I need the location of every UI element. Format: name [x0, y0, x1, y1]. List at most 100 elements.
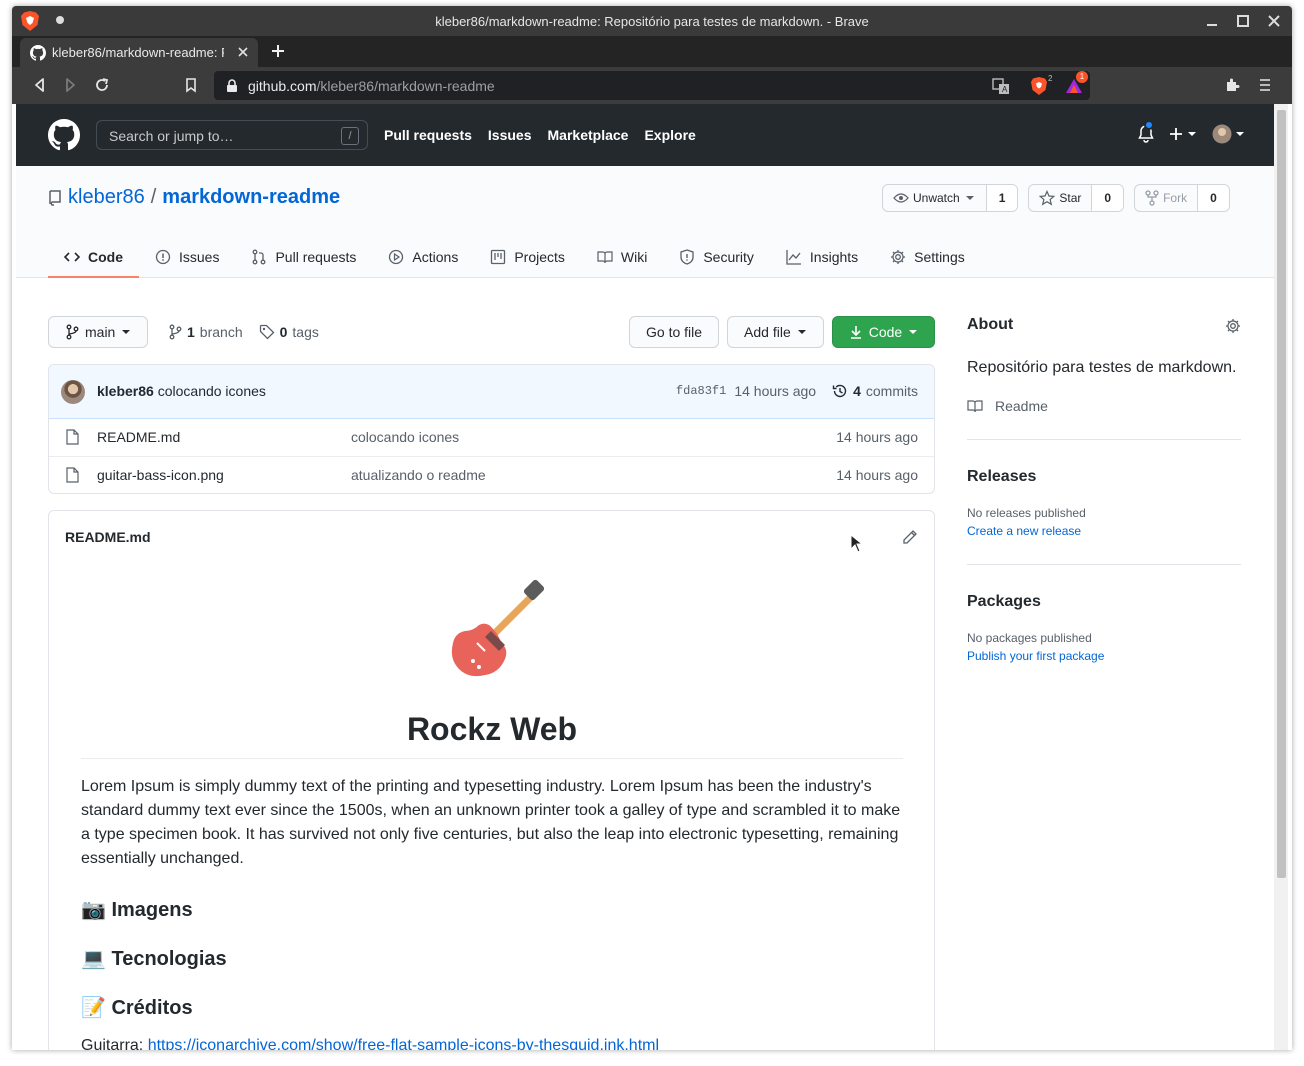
nav-issues[interactable]: Issues [488, 127, 532, 143]
file-commit-message[interactable]: colocando icones [351, 429, 459, 445]
tab-settings[interactable]: Settings [874, 238, 981, 278]
extensions-icon[interactable] [1224, 77, 1240, 93]
close-window-icon[interactable] [1266, 13, 1282, 29]
readme-heading-technologies: 💻 Tecnologias [81, 948, 227, 970]
github-favicon-icon [30, 45, 46, 61]
page-scrollbar[interactable] [1274, 104, 1288, 1050]
watch-count[interactable]: 1 [986, 185, 1018, 211]
tab-projects[interactable]: Projects [474, 238, 581, 278]
search-placeholder: Search or jump to… [109, 128, 234, 144]
url-text[interactable]: github.com/kleber86/markdown-readme [248, 78, 495, 94]
translate-icon[interactable]: A [992, 77, 1010, 95]
tags-link[interactable]: 0 tags [259, 324, 319, 340]
file-name[interactable]: README.md [97, 429, 180, 445]
lock-icon[interactable] [226, 79, 238, 93]
brave-shields-icon[interactable] [1030, 76, 1050, 96]
tab-insights[interactable]: Insights [770, 238, 874, 278]
forward-icon[interactable] [62, 77, 78, 93]
git-branch-icon [169, 324, 182, 340]
tab-actions[interactable]: Actions [372, 238, 474, 278]
code-download-button[interactable]: Code [831, 316, 936, 348]
repo-name-link[interactable]: markdown-readme [162, 186, 340, 209]
caret-down-icon [909, 330, 918, 334]
branches-link[interactable]: 1 branch [168, 324, 243, 340]
tag-icon [259, 324, 275, 340]
table-row[interactable]: guitar-bass-icon.png atualizando o readm… [49, 456, 934, 493]
add-file-button[interactable]: Add file [727, 316, 824, 348]
star-label: Star [1059, 191, 1082, 205]
fork-count[interactable]: 0 [1198, 185, 1229, 211]
graph-icon [786, 250, 801, 265]
create-new-plus-icon[interactable] [1168, 126, 1198, 142]
repo-header: kleber86 / markdown-readme Unwatch 1 Sta… [16, 166, 1274, 278]
file-icon [65, 467, 79, 483]
tab-security-label: Security [703, 249, 754, 265]
create-release-link[interactable]: Create a new release [967, 524, 1081, 538]
credit-link[interactable]: https://iconarchive.com/show/free-flat-s… [148, 1037, 659, 1050]
minimize-icon[interactable] [1204, 13, 1220, 29]
branch-count: 1 [187, 324, 195, 340]
about-description: Repositório para testes de markdown. [967, 359, 1237, 376]
tab-projects-label: Projects [514, 249, 565, 265]
nav-pull-requests[interactable]: Pull requests [384, 127, 472, 143]
branch-name: main [85, 324, 116, 340]
reload-icon[interactable] [94, 77, 110, 93]
unwatch-label: Unwatch [913, 191, 960, 205]
tab-wiki[interactable]: Wiki [581, 238, 663, 278]
file-age: 14 hours ago [836, 467, 918, 483]
close-tab-icon[interactable] [236, 45, 250, 59]
pencil-edit-icon[interactable] [902, 529, 918, 545]
tab-code[interactable]: Code [48, 238, 139, 278]
mouse-cursor-icon [850, 534, 864, 554]
star-button[interactable]: Star [1029, 185, 1093, 211]
commit-message[interactable]: colocando icones [158, 383, 266, 399]
releases-title[interactable]: Releases [967, 468, 1036, 486]
file-name[interactable]: guitar-bass-icon.png [97, 467, 224, 483]
unwatch-button[interactable]: Unwatch [883, 185, 987, 211]
table-row[interactable]: README.md colocando icones 14 hours ago [49, 419, 934, 456]
history-icon [832, 384, 847, 398]
go-to-file-button[interactable]: Go to file [629, 316, 720, 348]
header-actions [1138, 120, 1246, 144]
new-tab-icon[interactable] [270, 43, 286, 59]
notifications-bell-icon[interactable] [1138, 120, 1154, 143]
tab-issues[interactable]: Issues [139, 238, 235, 278]
nav-marketplace[interactable]: Marketplace [548, 127, 629, 143]
commit-author[interactable]: kleber86 [97, 383, 154, 399]
notification-indicator [1144, 120, 1154, 130]
github-logo-icon[interactable] [48, 119, 80, 151]
commits-link[interactable]: 4 commits [832, 383, 918, 399]
address-bar[interactable]: github.com/kleber86/markdown-readme A 2 … [214, 71, 1090, 100]
menu-icon[interactable] [1258, 77, 1272, 93]
bookmark-icon[interactable] [184, 77, 198, 93]
scrollbar-thumb[interactable] [1277, 110, 1286, 878]
readme-link[interactable]: Readme [967, 398, 1048, 414]
tab-pull-requests[interactable]: Pull requests [235, 238, 372, 278]
shield-icon [680, 249, 694, 265]
publish-package-link[interactable]: Publish your first package [967, 649, 1104, 663]
search-input[interactable]: Search or jump to… / [96, 120, 368, 150]
readme-heading-images: 📷 Imagens [81, 899, 193, 921]
project-icon [491, 249, 506, 265]
fork-button[interactable]: Fork [1135, 185, 1199, 211]
star-count[interactable]: 0 [1092, 185, 1124, 211]
commit-sha[interactable]: fda83f1 [676, 384, 726, 398]
back-icon[interactable] [32, 77, 48, 93]
fork-button-group: Fork 0 [1134, 184, 1230, 212]
browser-toolbar: github.com/kleber86/markdown-readme A 2 … [12, 67, 1292, 104]
user-avatar-menu[interactable] [1212, 124, 1246, 144]
packages-title[interactable]: Packages [967, 593, 1041, 611]
branch-select-button[interactable]: main [48, 316, 149, 348]
tab-security[interactable]: Security [663, 238, 770, 278]
rewards-badge: 1 [1076, 71, 1088, 83]
avatar[interactable] [61, 380, 85, 404]
repo-social-actions: Unwatch 1 Star 0 Fork 0 [882, 184, 1230, 212]
file-commit-message[interactable]: atualizando o readme [351, 467, 486, 483]
code-icon [64, 252, 80, 262]
maximize-icon[interactable] [1235, 13, 1251, 29]
nav-explore[interactable]: Explore [644, 127, 695, 143]
gear-icon[interactable] [1225, 318, 1241, 334]
repo-owner-link[interactable]: kleber86 [68, 186, 145, 209]
tab-title: kleber86/markdown-readme: Repositório pa… [52, 45, 224, 60]
browser-tab[interactable]: kleber86/markdown-readme: Repositório pa… [20, 38, 258, 67]
